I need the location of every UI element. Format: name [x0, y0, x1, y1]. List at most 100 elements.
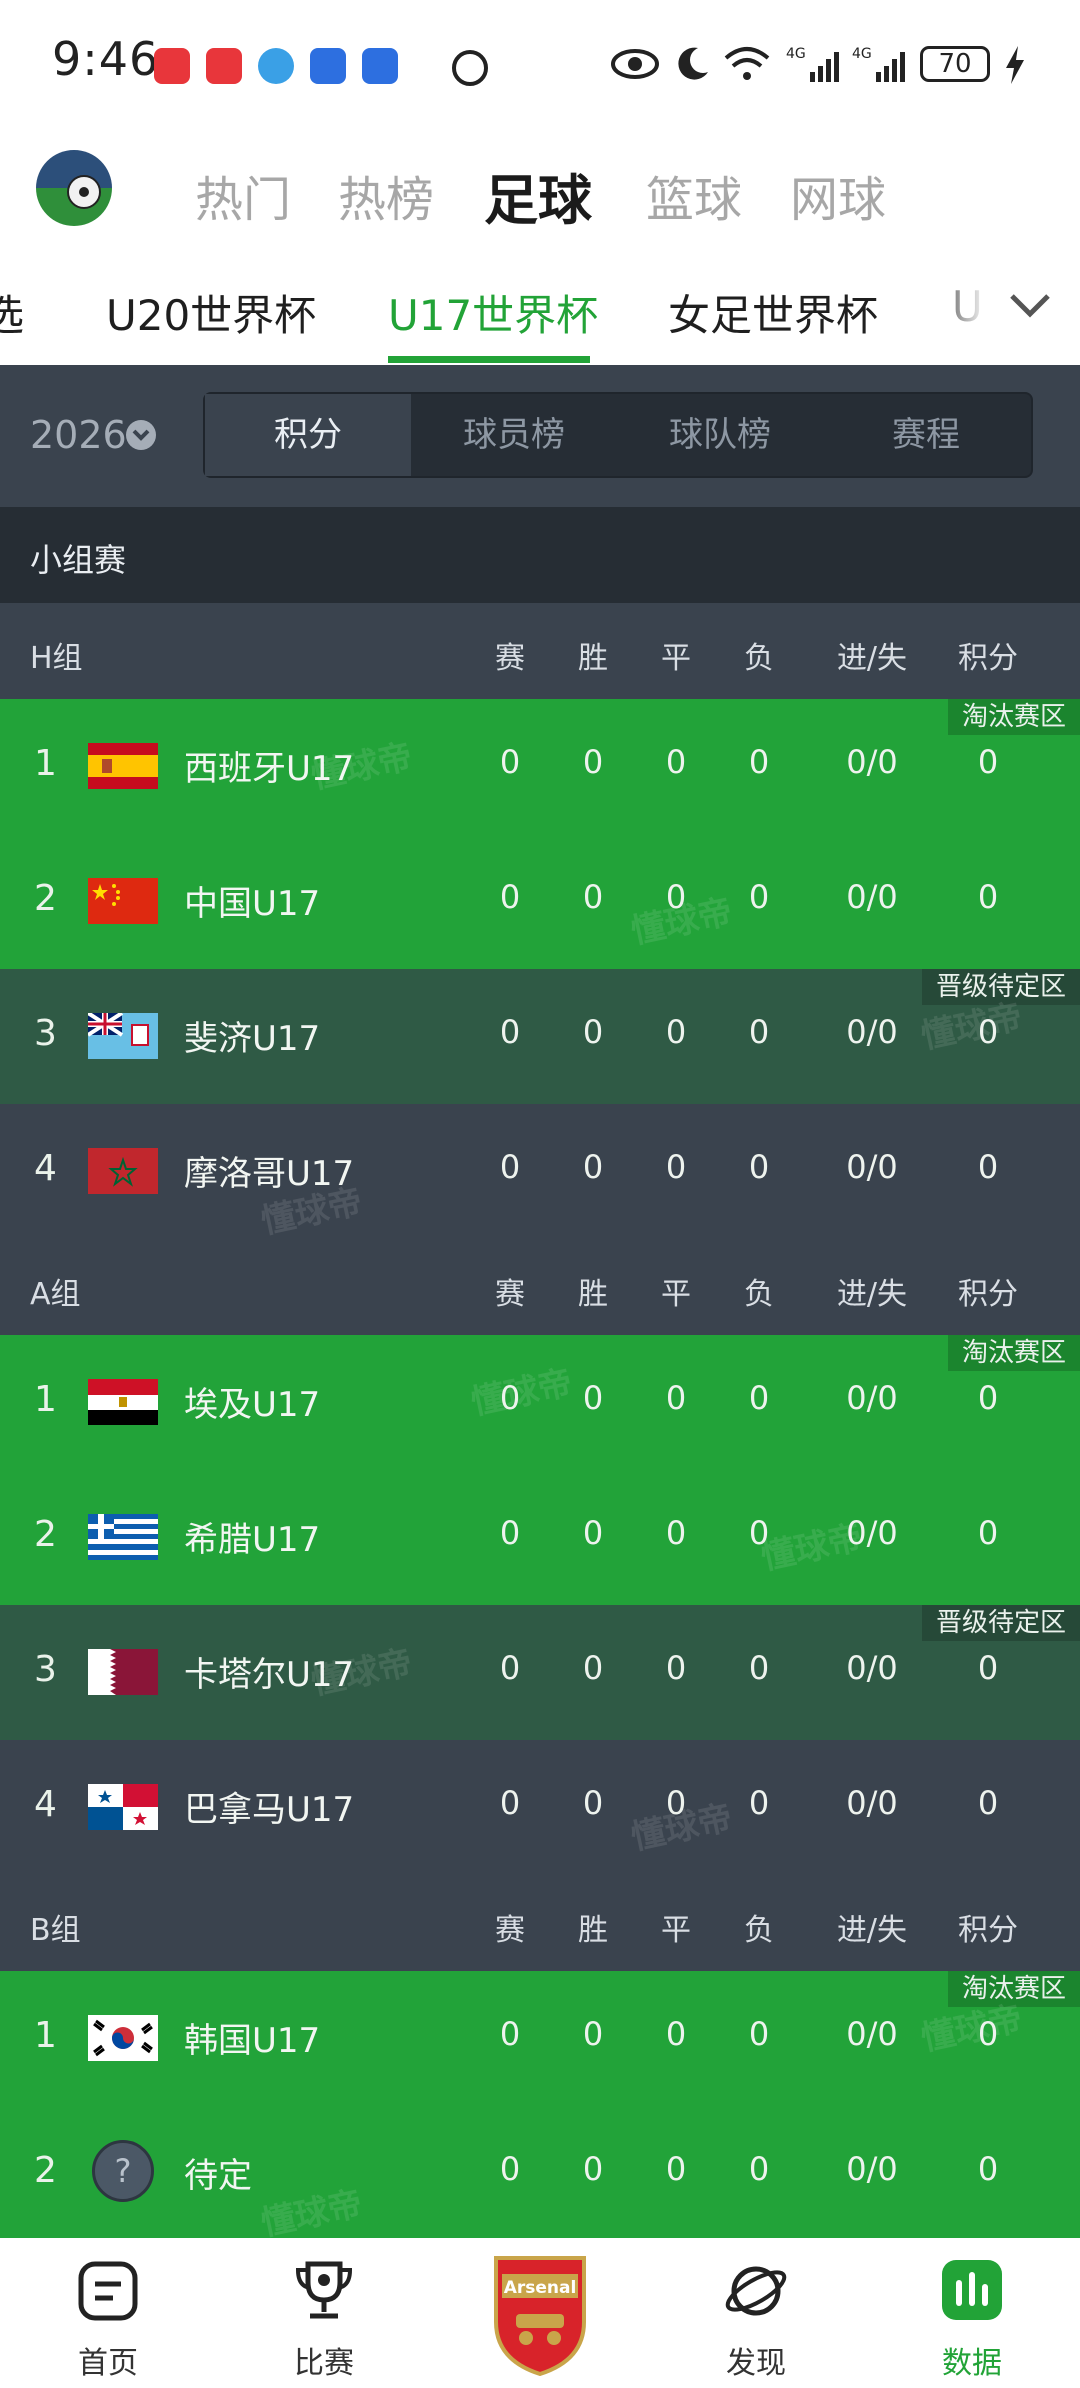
svg-text:4G: 4G [786, 46, 806, 62]
row-rank: 2 [34, 878, 57, 919]
active-tab-indicator [388, 356, 590, 363]
watermark: 懂球帝 [307, 736, 416, 798]
group-header: H组赛胜平负进/失 积分 [0, 603, 1080, 699]
nav-data-label: 数据 [942, 2346, 1002, 2381]
stat-gf-ga: 0/0 [846, 2150, 898, 2188]
china-flag-icon [88, 878, 158, 924]
row-rank: 2 [34, 2150, 57, 2191]
bottom-nav: 首页 比赛 Arsenal 发现 数据 [0, 2238, 1080, 2388]
korea-flag-icon [88, 2015, 158, 2061]
sport-tab-hot[interactable]: 热门 [195, 160, 291, 230]
group-header: B组赛胜平负进/失 积分 [0, 1875, 1080, 1971]
watermark: 懂球帝 [307, 1642, 416, 1704]
sport-tab-football[interactable]: 足球 [484, 156, 592, 235]
group-name: B组 [30, 1913, 81, 1948]
standings-row[interactable]: 4 巴拿马U17 0 0 0 0 0/0 0 懂球帝 [0, 1740, 1080, 1875]
planet-icon [725, 2266, 787, 2316]
stat-gf-ga: 0/0 [846, 878, 898, 916]
standings-row[interactable]: 3 卡塔尔U17 0 0 0 0 0/0 0 晋级待定区 懂球帝 [0, 1605, 1080, 1740]
status-bar: 9:46 4G 4G 70 [0, 0, 1080, 130]
chevron-down-icon[interactable] [1008, 290, 1052, 320]
morocco-flag-icon [88, 1148, 158, 1194]
group-header: A组赛胜平负进/失 积分 [0, 1239, 1080, 1335]
sport-tab-trending[interactable]: 热榜 [338, 160, 434, 230]
team-name: 巴拿马U17 [184, 1790, 355, 1830]
qatar-flag-icon [88, 1649, 158, 1695]
signal-4g-icon: 4G [852, 46, 905, 82]
moon-icon [678, 47, 708, 80]
standings-row[interactable]: 1 埃及U17 0 0 0 0 0/0 0 淘汰赛区 懂球帝 [0, 1335, 1080, 1470]
stat-l: 0 [748, 2015, 770, 2053]
sport-tab-basketball[interactable]: 篮球 [646, 160, 742, 230]
nav-matches-label: 比赛 [294, 2346, 354, 2381]
signal-4g-icon: 4G [786, 46, 839, 82]
standings-row[interactable]: 1 韩国U17 0 0 0 0 0/0 0 淘汰赛区 懂球帝 [0, 1971, 1080, 2106]
league-tab-womens[interactable]: 女足世界杯 [668, 282, 878, 343]
stat-gf-ga: 0/0 [846, 1148, 898, 1186]
chevron-down-icon[interactable] [126, 420, 156, 450]
svg-text:4G: 4G [852, 46, 872, 62]
segment-schedule[interactable]: 赛程 [823, 394, 1029, 476]
league-tab-u20[interactable]: U20世界杯 [106, 282, 316, 343]
segment-standings[interactable]: 积分 [205, 394, 411, 476]
stat-pts: 0 [977, 2150, 999, 2188]
nav-home-label: 首页 [78, 2346, 138, 2381]
view-segmented-control: 积分 球员榜 球队榜 赛程 [203, 392, 1033, 478]
standings-row[interactable]: 4 摩洛哥U17 0 0 0 0 0/0 0 懂球帝 [0, 1104, 1080, 1242]
wifi-icon [724, 47, 770, 80]
avatar[interactable] [36, 150, 112, 226]
stat-gf-ga: 0/0 [846, 1649, 898, 1687]
row-rank: 3 [34, 1649, 57, 1690]
zone-badge: 淘汰赛区 [947, 699, 1080, 735]
battery-level: 70 [938, 49, 972, 79]
nav-club-badge[interactable]: Arsenal [486, 2252, 594, 2377]
greece-flag-icon [88, 1514, 158, 1560]
nav-discover[interactable]: 发现 [696, 2238, 816, 2388]
segment-players[interactable]: 球员榜 [411, 394, 617, 476]
stat-pts: 0 [977, 1784, 999, 1822]
segment-teams[interactable]: 球队榜 [617, 394, 823, 476]
nav-matches[interactable]: 比赛 [264, 2238, 384, 2388]
league-tab-partial[interactable]: 选 [0, 282, 24, 343]
league-tab-u17[interactable]: U17世界杯 [388, 282, 598, 343]
trophy-icon [295, 2261, 353, 2319]
stat-pts: 0 [977, 1649, 999, 1687]
stat-l: 0 [748, 1379, 770, 1417]
stat-pts: 0 [977, 1379, 999, 1417]
stat-l: 0 [748, 1148, 770, 1186]
charging-icon [1006, 46, 1024, 84]
huawei-app-icon [154, 48, 190, 84]
egypt-flag-icon [88, 1379, 158, 1425]
zone-badge: 淘汰赛区 [947, 1335, 1080, 1371]
standings-row[interactable]: 1 西班牙U17 0 0 0 0 0/0 0 淘汰赛区 懂球帝 [0, 699, 1080, 834]
clock-app-icon [362, 48, 398, 84]
stat-pts: 0 [977, 1148, 999, 1186]
column-header: 积分 [958, 1913, 1018, 1948]
column-header: 负 [744, 1913, 774, 1948]
stat-pts: 0 [977, 743, 999, 781]
tab-fade [925, 250, 1080, 365]
column-header: 负 [744, 1277, 774, 1312]
spain-flag-icon [88, 743, 158, 789]
stage-header: 小组赛 [0, 507, 1080, 603]
sport-tab-tennis[interactable]: 网球 [790, 160, 886, 230]
eye-icon [611, 49, 659, 79]
stat-gf-ga: 0/0 [846, 1379, 898, 1417]
standings-row[interactable]: 2? 待定 0 0 0 0 0/0 0 懂球帝 [0, 2106, 1080, 2244]
watermark: 懂球帝 [257, 2183, 366, 2245]
season-selector[interactable]: 2026 [30, 413, 127, 457]
team-name: 希腊U17 [184, 1520, 321, 1560]
team-name: 埃及U17 [184, 1385, 321, 1425]
row-rank: 1 [34, 2015, 57, 2056]
standings-row[interactable]: 3 斐济U17 0 0 0 0 0/0 0 晋级待定区 懂球帝 [0, 969, 1080, 1104]
stage-title: 小组赛 [30, 541, 127, 579]
stat-l: 0 [748, 1649, 770, 1687]
panama-flag-icon [88, 1784, 158, 1830]
nav-home[interactable]: 首页 [48, 2238, 168, 2388]
standings-row[interactable]: 2 中国U17 0 0 0 0 0/0 0 懂球帝 [0, 834, 1080, 969]
team-name: 斐济U17 [184, 1019, 321, 1059]
stat-l: 0 [748, 1013, 770, 1051]
standings-row[interactable]: 2 希腊U17 0 0 0 0 0/0 0 懂球帝 [0, 1470, 1080, 1605]
app-header: 热门 热榜 足球 篮球 网球 [0, 130, 1080, 250]
nav-data[interactable]: 数据 [912, 2238, 1032, 2388]
